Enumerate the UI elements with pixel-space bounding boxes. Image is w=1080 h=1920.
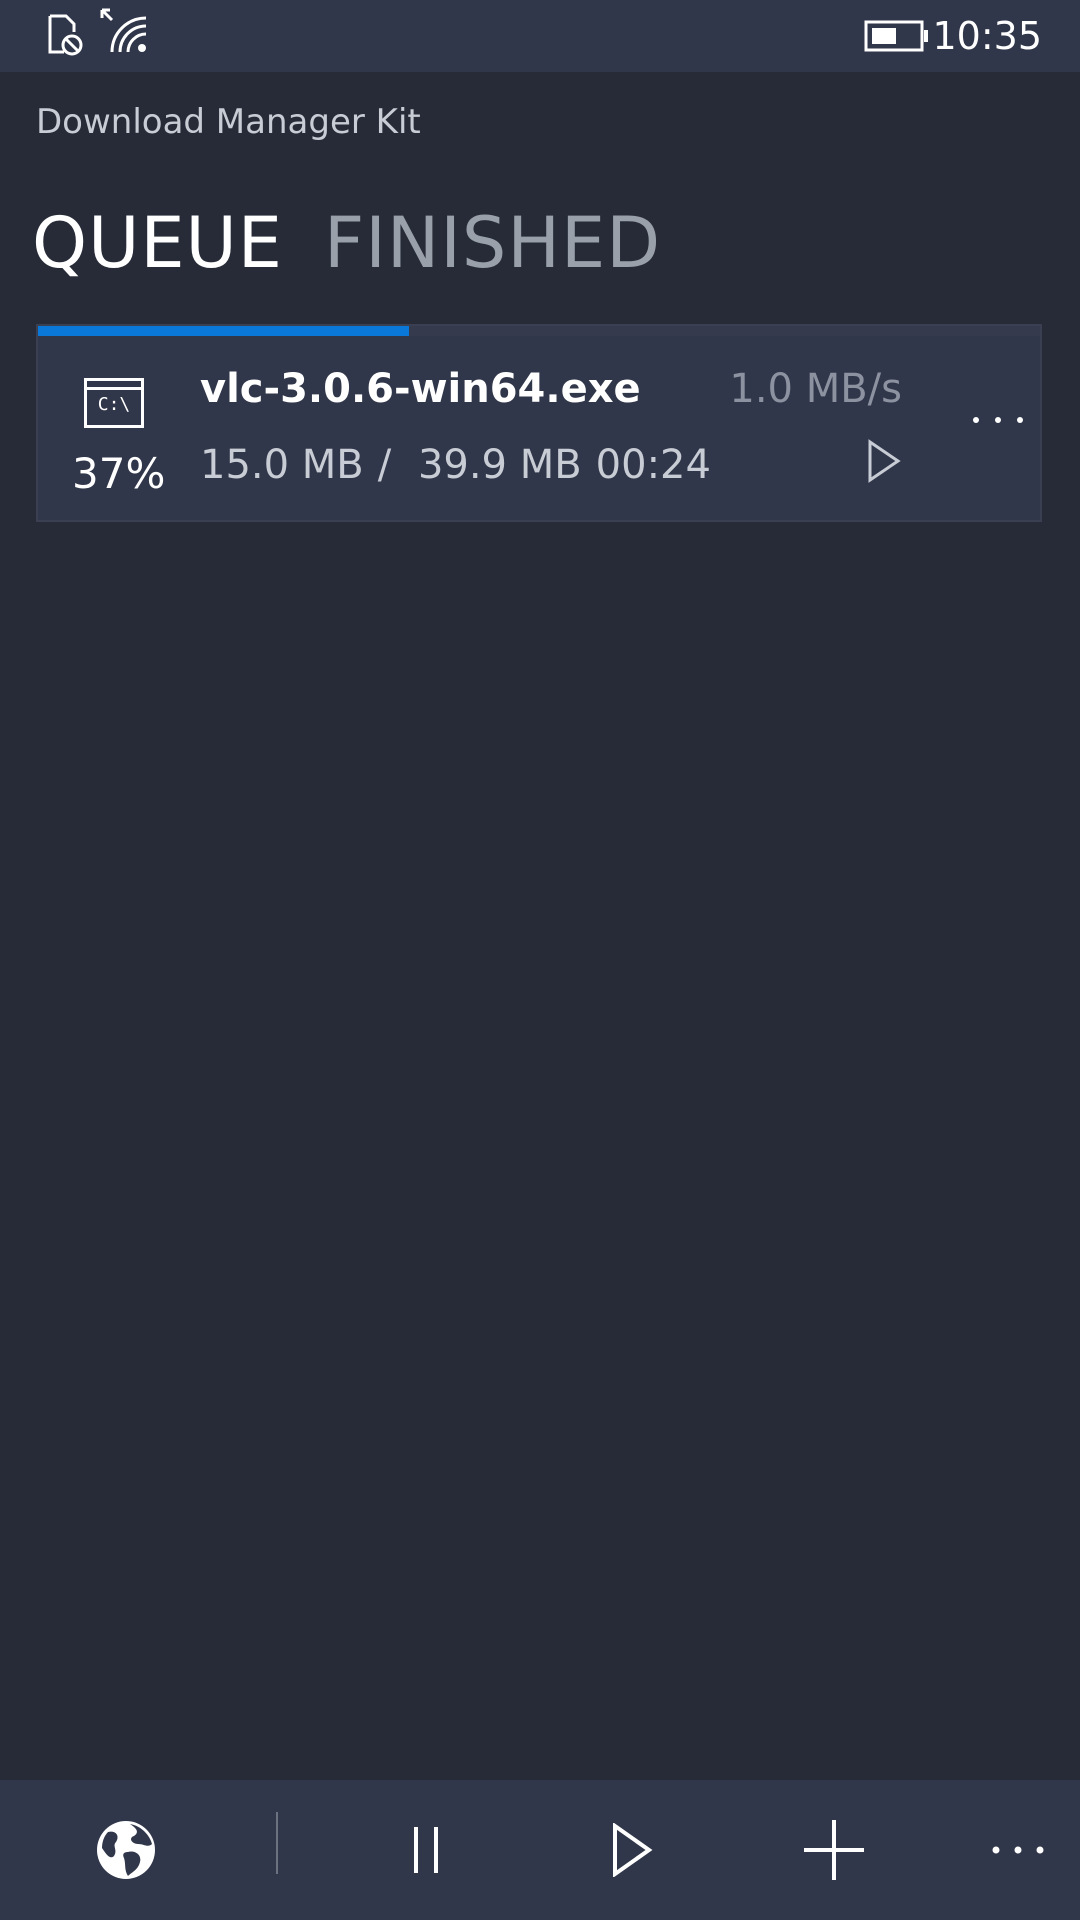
browser-button[interactable] [76, 1780, 176, 1920]
pause-all-button[interactable] [376, 1780, 476, 1920]
battery-icon [864, 20, 928, 52]
app-bar [0, 1780, 1080, 1920]
downloaded-size: 15.0 MB [200, 442, 364, 488]
total-size: 39.9 MB [417, 442, 582, 488]
progress-bar [38, 326, 1040, 336]
tab-queue[interactable]: QUEUE [32, 198, 283, 288]
progress-bar-fill [38, 326, 409, 336]
no-sim-icon [48, 14, 83, 56]
download-speed: 1.0 MB/s [729, 366, 902, 412]
screen: 10:35 Download Manager Kit QUEUE FINISHE… [0, 0, 1080, 1920]
resume-all-button[interactable] [582, 1780, 682, 1920]
add-download-button[interactable] [784, 1780, 884, 1920]
status-bar: 10:35 [0, 0, 1080, 72]
status-time: 10:35 [932, 14, 1042, 58]
play-icon [613, 1823, 653, 1877]
globe-icon [97, 1821, 155, 1879]
app-bar-more-button[interactable] [968, 1780, 1068, 1920]
play-icon[interactable] [864, 438, 904, 484]
console-app-icon: C:\ [84, 378, 144, 428]
file-icon-label: C:\ [97, 394, 131, 415]
file-name: vlc-3.0.6-win64.exe [200, 366, 641, 412]
pause-icon [414, 1827, 438, 1873]
size-info: 15.0 MB / 39.9 MB 00:24 [200, 438, 725, 492]
progress-percent: 37% [72, 449, 166, 498]
size-separator: / [377, 442, 392, 488]
add-icon [804, 1820, 864, 1880]
time-remaining: 00:24 [595, 442, 711, 488]
app-title: Download Manager Kit [36, 102, 421, 142]
more-icon[interactable] [968, 408, 1028, 432]
wifi-icon [100, 8, 147, 53]
app-bar-divider [276, 1812, 278, 1874]
tab-finished[interactable]: FINISHED [324, 198, 661, 288]
more-icon [992, 1846, 1044, 1854]
download-item[interactable]: C:\ 37% vlc-3.0.6-win64.exe 1.0 MB/s 15.… [36, 324, 1042, 522]
